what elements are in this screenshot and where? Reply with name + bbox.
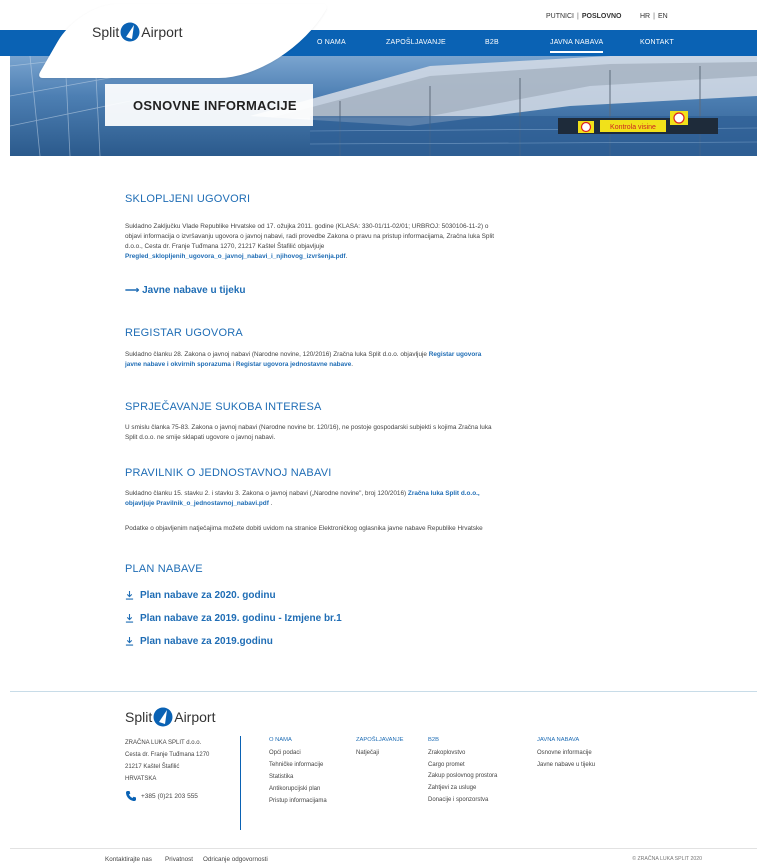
page-title: OSNOVNE INFORMACIJE — [133, 97, 297, 113]
footer-logo[interactable]: Split Airport — [125, 707, 215, 727]
bottom-link-kontakt[interactable]: Kontaktirajte nas — [105, 856, 152, 863]
lang-en-link[interactable]: EN — [658, 13, 668, 20]
pravilnik-paragraph: Sukladno članku 15. stavku 2. i stavku 3… — [125, 489, 495, 509]
logo-text-airport: Airport — [141, 24, 183, 40]
footer-link-zrakoplovstvo[interactable]: Zrakoplovstvo — [428, 750, 465, 756]
plan-2019-izmjene-label: Plan nabave za 2019. godinu - Izmjene br… — [140, 613, 342, 624]
footer-link-statistika[interactable]: Statistika — [269, 774, 293, 780]
footer-logo-split: Split — [125, 709, 153, 725]
footer-link-opci-podaci[interactable]: Opći podaci — [269, 750, 301, 756]
footer-logo-airport: Airport — [174, 709, 216, 725]
bottom-divider — [10, 848, 757, 849]
arrow-right-icon: ⟶ — [125, 285, 140, 296]
lang-separator: | — [653, 13, 655, 20]
footer-heading-b2b[interactable]: B2B — [428, 737, 439, 743]
footer-link-zakup[interactable]: Zakup poslovnog prostora — [428, 773, 497, 779]
hero-title-box: OSNOVNE INFORMACIJE — [105, 84, 313, 126]
nav-kontakt[interactable]: KONTAKT — [640, 39, 674, 46]
footer-heading-zaposljavanje[interactable]: ZAPOŠLJAVANJE — [356, 737, 403, 743]
phone-number: +385 (0)21 203 555 — [141, 792, 198, 800]
section-title-sklopljeni: SKLOPLJENI UGOVORI — [125, 193, 251, 205]
nav-javna-nabava[interactable]: JAVNA NABAVA — [550, 39, 604, 53]
plan-2020-download[interactable]: Plan nabave za 2020. godinu — [125, 590, 276, 601]
util-separator: | — [577, 13, 579, 20]
sklopljeni-paragraph: Sukladno Zaključku Vlade Republike Hrvat… — [125, 222, 495, 262]
sukob-paragraph: U smislu članka 75-83. Zakona o javnoj n… — [125, 424, 492, 441]
footer-link-tehnicke[interactable]: Tehničke informacije — [269, 762, 323, 768]
section-title-pravilnik: PRAVILNIK O JEDNOSTAVNOJ NABAVI — [125, 467, 332, 479]
u-tijeku-label: Javne nabave u tijeku — [142, 285, 246, 296]
sklopljeni-tail: . — [345, 253, 348, 260]
logo-text-split: Split — [92, 24, 120, 40]
pravilnik-text: Sukladno članku 15. stavku 2. i stavku 3… — [125, 490, 408, 497]
footer-link-pristup[interactable]: Pristup informacijama — [269, 798, 327, 804]
footer-city: 21217 Kaštel Štafilić — [125, 764, 180, 770]
bottom-link-privatnost[interactable]: Privatnost — [165, 856, 193, 863]
footer-logo-plane-icon — [153, 707, 173, 727]
nav-b2b[interactable]: B2B — [485, 39, 499, 46]
footer-link-zahtjevi[interactable]: Zahtjevi za usluge — [428, 785, 476, 791]
plan-2019-download[interactable]: Plan nabave za 2019.godinu — [125, 636, 273, 647]
copyright: © ZRAČNA LUKA SPLIT 2020 — [632, 856, 702, 862]
sklopljeni-pdf-link[interactable]: Pregled_sklopljenih_ugovora_o_javnoj_nab… — [125, 253, 346, 260]
language-switch: HR | EN — [640, 13, 668, 20]
javne-nabave-u-tijeku-link[interactable]: ⟶ Javne nabave u tijeku — [125, 285, 246, 296]
oglasnik-paragraph: Podatke o objavljenim natječajima možete… — [125, 525, 483, 532]
registar-tail: . — [351, 361, 354, 368]
footer-link-natjecaji[interactable]: Natječaji — [356, 750, 379, 756]
plan-2019-izmjene-download[interactable]: Plan nabave za 2019. godinu - Izmjene br… — [125, 613, 342, 624]
pravilnik-tail: . — [268, 500, 273, 507]
registar-paragraph: Sukladno članku 28. Zakona o javnoj naba… — [125, 350, 495, 370]
putnici-link[interactable]: PUTNICI — [546, 13, 574, 20]
poslovno-link[interactable]: POSLOVNO — [582, 13, 622, 20]
footer-vertical-divider — [240, 736, 241, 830]
footer-link-cargo[interactable]: Cargo promet — [428, 762, 465, 768]
footer-heading-javna-nabava[interactable]: JAVNA NABAVA — [537, 737, 579, 743]
footer-link-osnovne[interactable]: Osnovne informacije — [537, 750, 592, 756]
site-logo[interactable]: Split Airport — [92, 22, 182, 42]
footer-country: HRVATSKA — [125, 776, 157, 782]
audience-switch: PUTNICI | POSLOVNO — [546, 13, 622, 20]
logo-plane-icon — [120, 22, 140, 42]
lang-hr-link[interactable]: HR — [640, 13, 650, 20]
section-title-sukob: SPRJEČAVANJE SUKOBA INTERESA — [125, 401, 322, 413]
footer-phone[interactable]: +385 (0)21 203 555 — [125, 790, 198, 802]
download-icon — [125, 637, 134, 646]
plan-2020-label: Plan nabave za 2020. godinu — [140, 590, 276, 601]
footer-company: ZRAČNA LUKA SPLIT d.o.o. — [125, 740, 202, 746]
registar-text: Sukladno članku 28. Zakona o javnoj naba… — [125, 351, 429, 358]
footer-link-u-tijeku[interactable]: Javne nabave u tijeku — [537, 762, 595, 768]
plan-2019-label: Plan nabave za 2019.godinu — [140, 636, 273, 647]
section-title-plan: PLAN NABAVE — [125, 563, 203, 575]
section-title-registar: REGISTAR UGOVORA — [125, 327, 243, 339]
footer-street: Cesta dr. Franje Tuđmana 1270 — [125, 752, 210, 758]
download-icon — [125, 591, 134, 600]
footer-heading-o-nama[interactable]: O NAMA — [269, 737, 292, 743]
download-icon — [125, 614, 134, 623]
footer-link-antikorupcijski[interactable]: Antikorupcijski plan — [269, 786, 320, 792]
footer-link-donacije[interactable]: Donacije i sponzorstva — [428, 797, 488, 803]
nav-o-nama[interactable]: O NAMA — [317, 39, 346, 46]
bottom-link-odricanje[interactable]: Odricanje odgovornosti — [203, 856, 268, 863]
registar-jednostavne-link[interactable]: Registar ugovora jednostavne nabave — [236, 361, 351, 368]
phone-icon — [126, 791, 136, 801]
sklopljeni-text: Sukladno Zaključku Vlade Republike Hrvat… — [125, 223, 495, 250]
nav-zaposljavanje[interactable]: ZAPOŠLJAVANJE — [386, 39, 446, 46]
footer-divider — [10, 691, 757, 692]
height-sign-text: Kontrola visine — [610, 124, 656, 131]
